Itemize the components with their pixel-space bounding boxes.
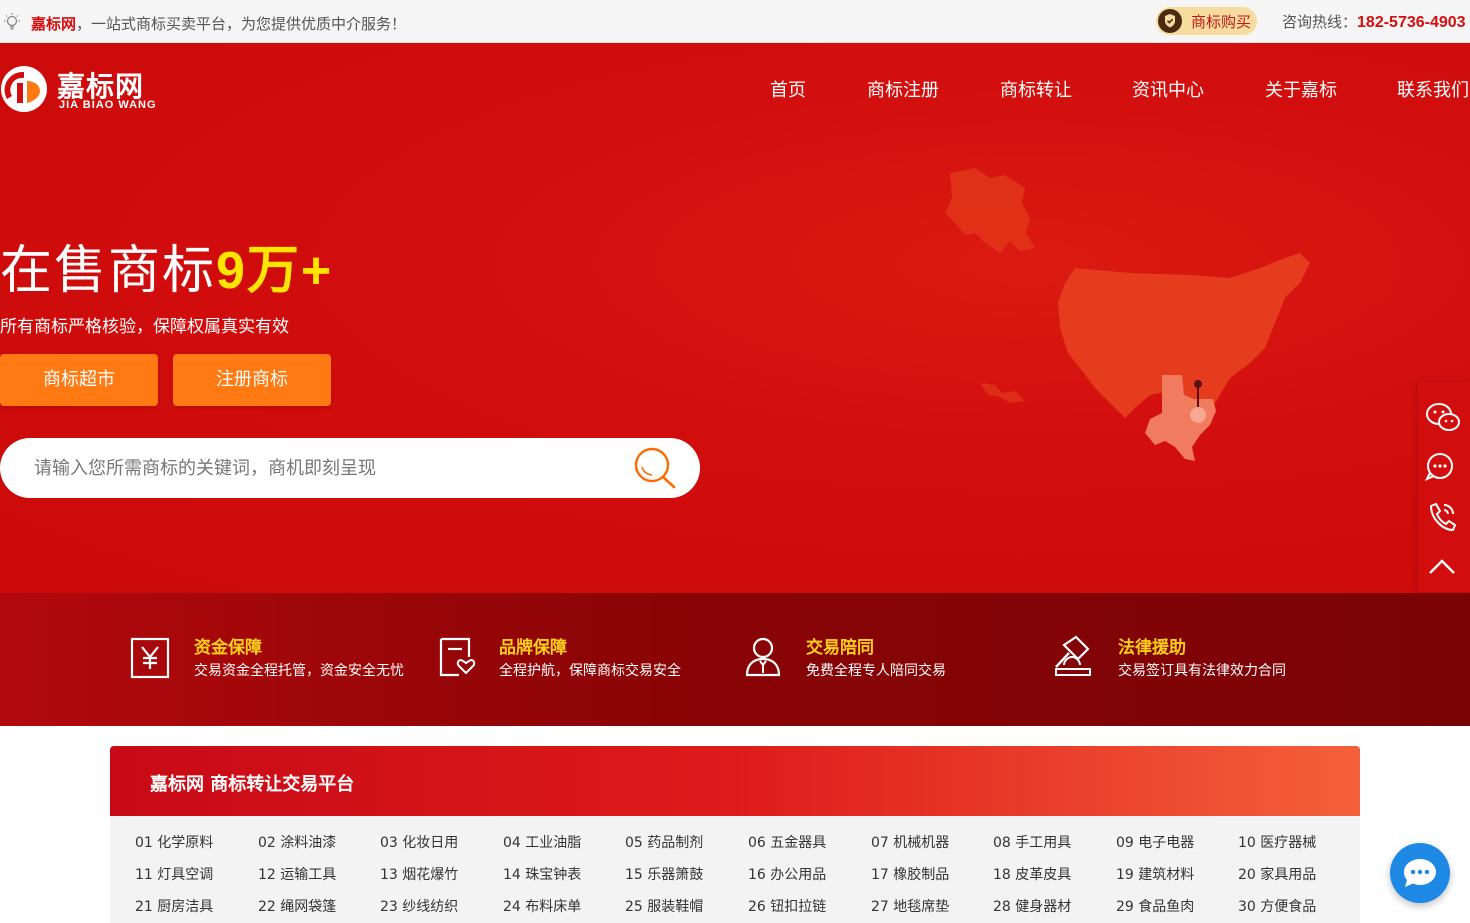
feature-desc: 交易签订具有法律效力合同 [1118,663,1286,679]
category-link[interactable]: 22 绳网袋篷 [258,896,336,916]
wechat-button[interactable] [1418,392,1470,442]
hero-title: 在售商标9万+ [0,228,333,303]
category-link[interactable]: 01 化学原料 [135,832,213,852]
trademark-market-button[interactable]: 商标超市 [0,354,158,406]
category-link[interactable]: 27 地毯席垫 [871,896,949,916]
top-slogan: 嘉标网，一站式商标买卖平台，为您提供优质中介服务！ [31,13,406,34]
heart-document-icon [439,637,476,677]
category-link[interactable]: 06 五金器具 [748,832,826,852]
phone-icon [1429,502,1457,532]
hero-banner: 嘉标网 JIA BIAO WANG 首页 商标注册 商标转让 资讯中心 关于嘉标… [0,43,1470,593]
category-link[interactable]: 07 机械机器 [871,832,949,852]
hotline-number[interactable]: 182-5736-4903 [1357,14,1466,31]
category-link[interactable]: 08 手工用具 [993,832,1071,852]
nav-news[interactable]: 资讯中心 [1132,76,1204,102]
category-link[interactable]: 18 皮革皮具 [993,864,1071,884]
category-link[interactable]: 05 药品制剂 [625,832,703,852]
category-link[interactable]: 14 珠宝钟表 [503,864,581,884]
hotline: 咨询热线：182-5736-4903 [1282,11,1466,32]
category-link[interactable]: 30 方便食品 [1238,896,1316,916]
hero-title-prefix: 在售商标 [0,241,217,301]
top-slogan-text: ，一站式商标买卖平台，为您提供优质中介服务！ [76,15,407,33]
feature-desc: 全程护航，保障商标交易安全 [499,663,681,679]
category-link[interactable]: 26 钮扣拉链 [748,896,826,916]
category-panel: 嘉标网 商标转让交易平台 01 化学原料 02 涂料油漆 03 化妆日用 04 工业油… [110,746,1360,923]
top-bar: 嘉标网，一站式商标买卖平台，为您提供优质中介服务！ 商标购买 咨询热线：182-… [0,0,1470,43]
category-link[interactable]: 16 办公用品 [748,864,826,884]
trademark-buy-label: 商标购买 [1191,13,1252,31]
category-link[interactable]: 12 运输工具 [258,864,336,884]
category-link[interactable]: 15 乐器箫鼓 [625,864,703,884]
nav-home[interactable]: 首页 [770,76,806,102]
feature-desc: 免费全程专人陪同交易 [806,663,946,679]
register-trademark-button[interactable]: 注册商标 [173,354,331,406]
nav-trademark-transfer[interactable]: 商标转让 [1000,76,1072,102]
back-to-top-button[interactable] [1418,542,1470,592]
gavel-icon [1055,635,1091,676]
search-input[interactable] [34,453,594,483]
category-link[interactable]: 23 纱线纺织 [380,896,458,916]
category-link[interactable]: 17 橡胶制品 [871,864,949,884]
category-link[interactable]: 04 工业油脂 [503,832,581,852]
chevron-up-icon [1429,559,1455,574]
guarantee-strip: 资金保障 交易资金全程托管，资金安全无忧 品牌保障 全程护航，保障商标交易安全 … [0,593,1470,726]
hero-subtitle: 所有商标严格核验，保障权属真实有效 [0,317,289,337]
trademark-buy-button[interactable]: 商标购买 [1156,7,1257,35]
side-contact-bar [1418,382,1470,592]
search-bar [0,438,700,498]
category-link[interactable]: 09 电子电器 [1116,832,1194,852]
category-link[interactable]: 20 家具用品 [1238,864,1316,884]
hotline-label: 咨询热线： [1282,13,1358,31]
category-link[interactable]: 13 烟花爆竹 [380,864,458,884]
category-link[interactable]: 02 涂料油漆 [258,832,336,852]
usa-map-illustration [945,168,1310,461]
chat-button[interactable] [1390,843,1450,903]
feature-desc: 交易资金全程托管，资金安全无忧 [194,663,404,679]
logo-pinyin: JIA BIAO WANG [59,99,157,111]
category-link[interactable]: 28 健身器材 [993,896,1071,916]
panel-title: 嘉标网 商标转让交易平台 [150,774,355,795]
yen-icon [130,637,170,679]
search-icon[interactable] [632,446,678,490]
shield-check-icon [1158,9,1182,33]
category-link[interactable]: 19 建筑材料 [1116,864,1194,884]
category-link[interactable]: 21 厨房洁具 [135,896,213,916]
nav-about[interactable]: 关于嘉标 [1265,76,1337,102]
feature-title: 资金保障 [194,638,262,658]
lightbulb-icon [4,13,20,30]
person-icon [745,637,781,677]
category-link[interactable]: 24 布料床单 [503,896,581,916]
message-button[interactable] [1418,442,1470,492]
nav-contact[interactable]: 联系我们 [1397,76,1469,102]
feature-title: 交易陪同 [806,638,874,658]
feature-title: 品牌保障 [499,638,567,658]
category-link[interactable]: 29 食品鱼肉 [1116,896,1194,916]
panel-header: 嘉标网 商标转让交易平台 [110,746,1360,816]
nav-trademark-register[interactable]: 商标注册 [867,76,939,102]
hero-title-number: 9万+ [216,242,334,300]
wechat-icon [1426,403,1460,431]
category-link[interactable]: 03 化妆日用 [380,832,458,852]
top-brand: 嘉标网 [31,15,77,33]
message-icon [1424,453,1453,481]
main-nav: 首页 商标注册 商标转让 资讯中心 关于嘉标 联系我们 [0,76,1470,102]
chat-bubble-icon [1404,859,1436,887]
category-link[interactable]: 25 服装鞋帽 [625,896,703,916]
category-link[interactable]: 11 灯具空调 [135,864,213,884]
feature-title: 法律援助 [1118,638,1186,658]
category-link[interactable]: 10 医疗器械 [1238,832,1316,852]
phone-button[interactable] [1418,492,1470,542]
